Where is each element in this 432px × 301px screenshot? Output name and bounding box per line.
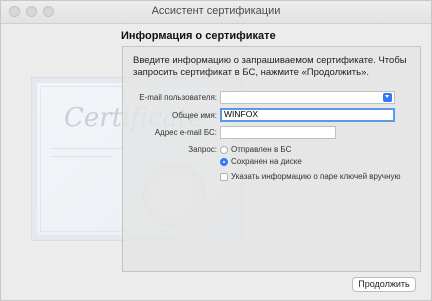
request-option-radio[interactable] bbox=[220, 158, 228, 166]
common-name-label: Общее имя: bbox=[172, 111, 217, 120]
request-option-label[interactable]: Сохранен на диске bbox=[231, 157, 302, 166]
keypair-checkbox-label[interactable]: Указать информацию о паре ключей вручную bbox=[231, 172, 401, 181]
certificate-assistant-window: Ассистент сертификации Certificate Инфор… bbox=[0, 0, 432, 301]
email-label: E-mail пользователя: bbox=[139, 93, 217, 102]
common-name-field[interactable]: WINFOX bbox=[220, 108, 395, 122]
title-bar: Ассистент сертификации bbox=[1, 1, 431, 24]
keypair-checkbox[interactable] bbox=[220, 173, 228, 181]
request-label: Запрос: bbox=[188, 145, 217, 154]
window-title: Ассистент сертификации bbox=[151, 5, 281, 17]
certificate-line bbox=[52, 148, 122, 149]
page-heading: Информация о сертификате bbox=[121, 30, 276, 42]
email-select[interactable] bbox=[220, 91, 395, 104]
ca-email-field[interactable] bbox=[220, 126, 336, 139]
ca-email-label: Адрес e-mail БС: bbox=[154, 128, 217, 137]
form-panel: Введите информацию о запрашиваемом серти… bbox=[122, 46, 421, 272]
certificate-line bbox=[52, 156, 112, 157]
continue-button[interactable]: Продолжить bbox=[352, 277, 416, 292]
request-option-label[interactable]: Отправлен в БС bbox=[231, 145, 291, 154]
chevron-down-icon bbox=[383, 93, 392, 102]
request-option-radio[interactable] bbox=[220, 146, 228, 154]
intro-text: Введите информацию о запрашиваемом серти… bbox=[133, 55, 407, 78]
